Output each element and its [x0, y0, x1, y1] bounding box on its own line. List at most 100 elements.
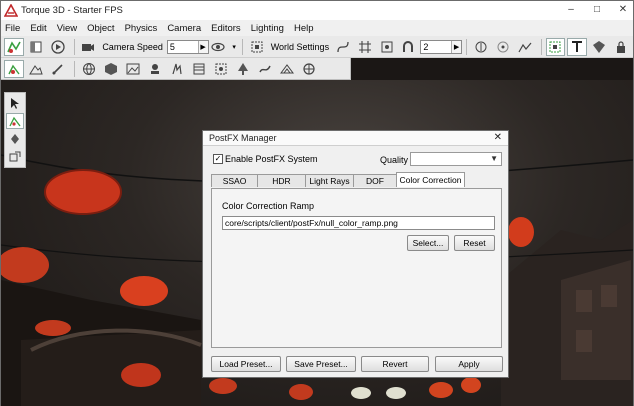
- enable-postfx-row[interactable]: ✓ Enable PostFX System: [213, 154, 318, 164]
- rotate-tool-button[interactable]: [6, 131, 24, 147]
- load-preset-button[interactable]: Load Preset...: [211, 356, 281, 372]
- snap-button[interactable]: [247, 38, 267, 56]
- chevron-down-icon[interactable]: ▼: [490, 154, 498, 163]
- color-correction-panel: Color Correction Ramp core/scripts/clien…: [211, 188, 502, 348]
- enable-postfx-label[interactable]: Enable PostFX System: [225, 154, 318, 164]
- brush-icon: [52, 63, 63, 75]
- world-editor-icon: [7, 40, 21, 53]
- rotate-icon: [11, 134, 19, 144]
- dropdown-arrow-icon[interactable]: ▾: [232, 43, 236, 51]
- particle-button[interactable]: [167, 60, 187, 78]
- quality-label: Quality: [380, 155, 409, 165]
- decal-button[interactable]: [145, 60, 165, 78]
- datablock-button[interactable]: [189, 60, 209, 78]
- gui-editor-button[interactable]: [26, 38, 46, 56]
- play-game-button[interactable]: [48, 38, 68, 56]
- shape-button[interactable]: [299, 60, 319, 78]
- visibility-button[interactable]: [209, 38, 229, 56]
- apply-button[interactable]: Apply: [435, 356, 503, 372]
- menu-bar: File Edit View Object Physics Camera Edi…: [1, 20, 633, 36]
- toolbar-separator: [73, 38, 75, 55]
- scale-icon: [9, 151, 21, 162]
- terrain-sculpt-button[interactable]: [26, 60, 46, 78]
- menu-view[interactable]: View: [57, 23, 77, 34]
- save-preset-button[interactable]: Save Preset...: [286, 356, 356, 372]
- play-icon: [50, 39, 65, 54]
- select-arrow-button[interactable]: [6, 95, 24, 111]
- chevron-right-icon[interactable]: ▶: [197, 40, 208, 53]
- paint-button[interactable]: [48, 60, 68, 78]
- window-title: Torque 3D - Starter FPS: [21, 5, 123, 16]
- menu-help[interactable]: Help: [294, 23, 314, 34]
- reset-ramp-button[interactable]: Reset: [454, 235, 495, 251]
- world-settings-label[interactable]: World Settings: [271, 42, 329, 52]
- revert-button[interactable]: Revert: [361, 356, 429, 372]
- menu-physics[interactable]: Physics: [125, 23, 158, 34]
- camera-icon: [82, 43, 95, 51]
- curve-button[interactable]: [333, 38, 353, 56]
- grid-icon: [358, 40, 371, 53]
- tab-dof[interactable]: DOF: [353, 174, 397, 187]
- navmesh-button[interactable]: [277, 60, 297, 78]
- menu-object[interactable]: Object: [87, 23, 114, 34]
- world-editor-button[interactable]: [4, 37, 24, 56]
- grid-size-value: 2: [423, 41, 429, 52]
- menu-editors[interactable]: Editors: [211, 23, 241, 34]
- mesh-road-button[interactable]: [211, 60, 231, 78]
- color-ramp-path-input[interactable]: core/scripts/client/postFx/null_color_ra…: [222, 216, 495, 230]
- postfx-manager-dialog: PostFX Manager ✕ ✓ Enable PostFX System …: [202, 130, 509, 378]
- datablock-icon: [193, 63, 205, 74]
- move-axis-icon: [9, 116, 21, 127]
- terrain-icon: [518, 42, 532, 52]
- menu-lighting[interactable]: Lighting: [251, 23, 284, 34]
- main-toolbar: Camera Speed 5 ▶ ▾ World Settings 2 ▶: [1, 36, 633, 58]
- forest-button[interactable]: [233, 60, 253, 78]
- chevron-right-icon[interactable]: ▶: [451, 40, 462, 53]
- tab-color-correction[interactable]: Color Correction: [396, 172, 465, 187]
- globe-icon: [83, 62, 95, 75]
- image-button[interactable]: [123, 60, 143, 78]
- quality-dropdown[interactable]: ▼: [410, 152, 502, 166]
- pivot-button[interactable]: [493, 38, 513, 56]
- color-correction-ramp-label: Color Correction Ramp: [222, 201, 315, 211]
- grid-button[interactable]: [355, 38, 375, 56]
- object-button[interactable]: [101, 60, 121, 78]
- enable-postfx-checkbox[interactable]: ✓: [213, 154, 223, 164]
- river-button[interactable]: [255, 60, 275, 78]
- gui-editor-icon: [30, 41, 42, 52]
- bounds-button[interactable]: [377, 38, 397, 56]
- sky-button[interactable]: [79, 60, 99, 78]
- tab-light-rays[interactable]: Light Rays: [305, 174, 354, 187]
- select-mode-button[interactable]: [545, 37, 566, 56]
- select-ramp-button[interactable]: Select...: [407, 235, 449, 251]
- road-icon: [215, 63, 227, 74]
- camera-button[interactable]: [78, 38, 98, 56]
- tab-ssao[interactable]: SSAO: [211, 174, 258, 187]
- minimize-icon[interactable]: –: [565, 4, 577, 16]
- tab-hdr[interactable]: HDR: [257, 174, 306, 187]
- menu-file[interactable]: File: [5, 23, 20, 34]
- dialog-title: PostFX Manager: [209, 133, 277, 143]
- text-icon: [572, 40, 583, 52]
- close-icon[interactable]: ✕: [617, 4, 629, 16]
- magnet-button[interactable]: [399, 38, 419, 56]
- dialog-close-icon[interactable]: ✕: [494, 132, 502, 143]
- mesh-button[interactable]: [589, 38, 609, 56]
- lock-button[interactable]: [611, 38, 631, 56]
- drop-icon: [475, 41, 487, 52]
- dialog-title-bar[interactable]: PostFX Manager ✕: [203, 131, 508, 146]
- postfx-tabs: SSAO HDR Light Rays DOF Color Correction: [211, 172, 465, 188]
- maximize-icon[interactable]: □: [591, 4, 603, 16]
- river-icon: [259, 65, 271, 72]
- text-button[interactable]: [567, 37, 588, 56]
- drop-button[interactable]: [471, 38, 491, 56]
- menu-camera[interactable]: Camera: [167, 23, 201, 34]
- camera-speed-stepper[interactable]: 5 ▶: [166, 39, 209, 54]
- terrain-button[interactable]: [515, 38, 535, 56]
- grid-size-stepper[interactable]: 2 ▶: [420, 39, 463, 54]
- move-tool-button[interactable]: [6, 113, 24, 129]
- menu-edit[interactable]: Edit: [30, 23, 46, 34]
- transform-button[interactable]: [4, 59, 24, 78]
- scale-tool-button[interactable]: [6, 149, 24, 165]
- snap-frame-icon: [251, 41, 263, 52]
